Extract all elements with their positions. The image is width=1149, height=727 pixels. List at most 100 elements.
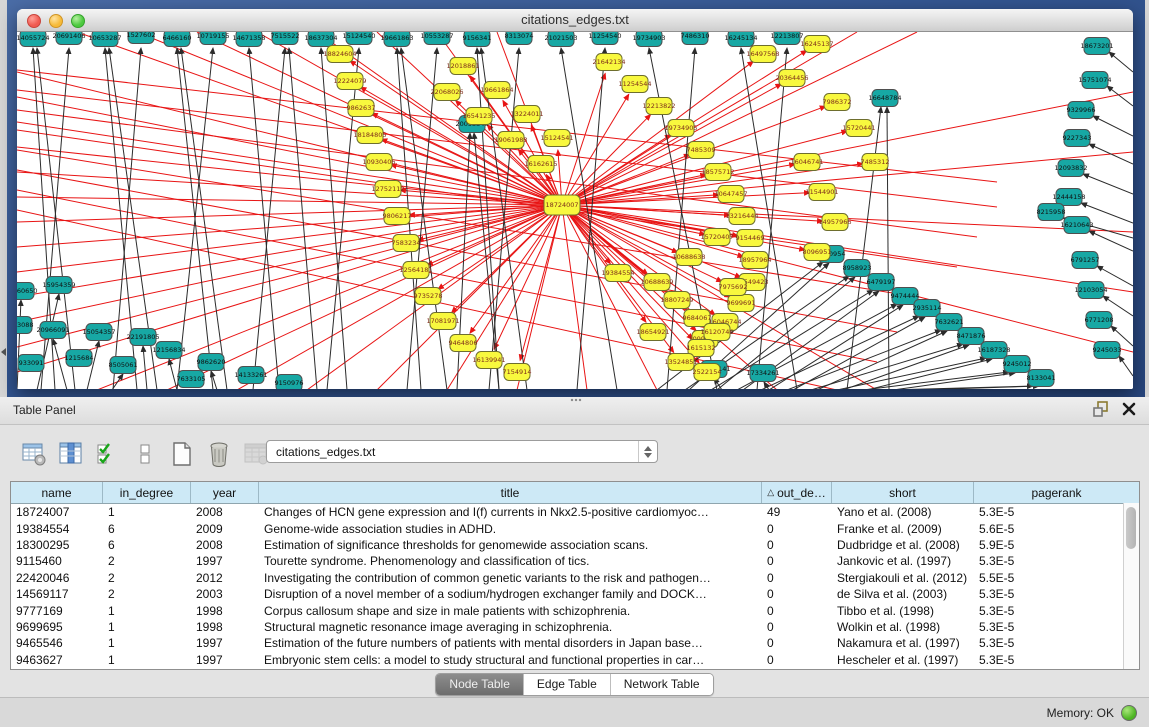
red-edge[interactable] — [17, 205, 562, 372]
table-row[interactable]: 911546021997Tourette syndrome. Phenomeno… — [11, 553, 1139, 569]
graph-node[interactable]: 20364456 — [775, 70, 808, 87]
graph-node[interactable]: 10647457 — [714, 186, 747, 203]
graph-node[interactable]: 10930406 — [362, 154, 395, 171]
network-window-titlebar[interactable]: citations_edges.txt — [17, 9, 1133, 32]
graph-node[interactable]: 9862637 — [347, 100, 376, 117]
graph-node[interactable]: 8096951 — [803, 244, 832, 261]
graph-node[interactable]: 2522154 — [693, 364, 722, 381]
graph-node[interactable]: 12444158 — [1052, 189, 1085, 206]
graph-node[interactable]: 12103054 — [1074, 282, 1107, 299]
graph-node[interactable]: 9329966 — [1067, 102, 1096, 119]
graph-node[interactable]: 22068026 — [430, 84, 463, 101]
graph-node[interactable]: 7583234 — [392, 235, 421, 252]
table-row[interactable]: 2242004622012Investigating the contribut… — [11, 570, 1139, 586]
table-row[interactable]: 946554611997Estimation of the future num… — [11, 635, 1139, 651]
float-panel-icon[interactable] — [1093, 401, 1109, 417]
table-panel-header[interactable]: Table Panel — [0, 397, 1149, 425]
graph-node[interactable]: 16187328 — [977, 342, 1010, 359]
red-edge[interactable] — [17, 205, 562, 322]
graph-node[interactable]: 9245012 — [1003, 356, 1032, 373]
graph-node[interactable]: 16162615 — [524, 156, 557, 173]
black-edge[interactable] — [1119, 356, 1133, 376]
delete-table-icon[interactable] — [205, 440, 233, 468]
table-selector-dropdown[interactable]: citations_edges.txt — [266, 440, 658, 463]
close-panel-icon[interactable] — [1121, 401, 1137, 417]
graph-node[interactable]: 17334261 — [746, 365, 779, 382]
graph-node[interactable]: 12213807 — [770, 32, 803, 45]
graph-node[interactable]: 1215684 — [65, 350, 94, 367]
graph-node[interactable]: 15124541 — [540, 130, 573, 147]
black-edge[interactable] — [887, 107, 889, 389]
graph-node[interactable]: 15751074 — [1078, 72, 1111, 89]
black-edge[interactable] — [17, 300, 21, 389]
graph-node[interactable]: 8958923 — [843, 260, 872, 277]
tab-network-table[interactable]: Network Table — [610, 674, 713, 695]
graph-node[interactable]: 15124540 — [342, 32, 375, 45]
black-edge[interactable] — [1089, 144, 1133, 164]
graph-node[interactable]: 9227343 — [1063, 130, 1092, 147]
graph-node[interactable]: 8313074 — [505, 32, 534, 45]
column-header-in_degree[interactable]: in_degree — [103, 482, 191, 503]
graph-node[interactable]: 18637304 — [304, 32, 337, 47]
graph-node[interactable]: 6479197 — [867, 274, 896, 291]
graph-node[interactable]: 9862620 — [197, 354, 226, 371]
graph-node[interactable]: 7515522 — [271, 32, 300, 45]
graph-node[interactable]: 8471876 — [957, 328, 986, 345]
graph-node[interactable]: 14671358 — [232, 32, 265, 47]
red-edge[interactable] — [17, 205, 562, 222]
graph-node[interactable]: 6466160 — [163, 32, 192, 47]
graph-node[interactable]: 7986372 — [823, 94, 852, 111]
black-edge[interactable] — [793, 317, 925, 389]
black-edge[interactable] — [181, 48, 227, 389]
graph-node[interactable]: 18824604 — [323, 46, 356, 63]
graph-node[interactable]: 7486310 — [681, 32, 710, 45]
graph-node[interactable]: 11544901 — [805, 184, 838, 201]
graph-node[interactable]: 7154914 — [503, 364, 532, 381]
graph-node[interactable]: 17081971 — [426, 313, 459, 330]
column-visibility-icon[interactable] — [57, 440, 85, 468]
graph-node[interactable]: 7485309 — [687, 142, 716, 159]
graph-node[interactable]: 11254540 — [588, 32, 621, 45]
graph-node[interactable]: 12564181 — [399, 262, 432, 279]
graph-node[interactable]: 14957966 — [818, 214, 851, 231]
black-edge[interactable] — [1089, 231, 1133, 251]
graph-node[interactable]: 16245137 — [800, 36, 833, 53]
graph-node[interactable]: 7632621 — [935, 314, 964, 331]
graph-node[interactable]: 7975692 — [719, 279, 748, 296]
table-row[interactable]: 1830029562008Estimation of significance … — [11, 537, 1139, 553]
graph-node[interactable]: 25260650 — [17, 283, 38, 300]
graph-node[interactable]: 1527602 — [127, 32, 156, 44]
column-header-out_de[interactable]: △out_de… — [762, 482, 832, 503]
column-header-pagerank[interactable]: pagerank — [974, 482, 1139, 503]
graph-node[interactable]: 15954359 — [42, 277, 75, 294]
graph-node[interactable]: 6771208 — [1085, 312, 1114, 329]
graph-node[interactable]: 10719155 — [196, 32, 229, 45]
graph-node[interactable]: 16648784 — [868, 90, 901, 107]
red-edge[interactable] — [562, 152, 1133, 205]
vertical-scrollbar[interactable] — [1123, 503, 1139, 669]
graph-node[interactable]: 9699691 — [727, 295, 756, 312]
graph-node[interactable]: 15720441 — [842, 120, 875, 137]
graph-node[interactable]: 9464806 — [449, 335, 478, 352]
black-edge[interactable] — [474, 133, 499, 389]
red-edge[interactable] — [520, 205, 562, 360]
table-row[interactable]: 1456911722003Disruption of a novel membe… — [11, 586, 1139, 602]
graph-node[interactable]: 20966091 — [36, 322, 69, 339]
black-edge[interactable] — [169, 359, 177, 389]
graph-node[interactable]: 7485312 — [861, 154, 890, 171]
black-edge[interactable] — [53, 339, 67, 389]
graph-node[interactable]: 10553287 — [420, 32, 453, 45]
red-edge[interactable] — [17, 205, 562, 272]
graph-node[interactable]: 12018861 — [446, 58, 479, 75]
graph-node[interactable]: 2935114 — [913, 300, 942, 317]
graph-node[interactable]: 18673201 — [1080, 38, 1113, 55]
graph-node[interactable]: 15720407 — [700, 229, 733, 246]
clear-selection-icon[interactable] — [131, 440, 159, 468]
table-row[interactable]: 969969511998Structural magnetic resonanc… — [11, 619, 1139, 635]
graph-node[interactable]: 19661863 — [380, 32, 413, 47]
graph-node[interactable]: 19384554 — [601, 265, 634, 282]
table-row[interactable]: 946362711997Embryonic stem cells: a mode… — [11, 652, 1139, 668]
graph-node[interactable]: 12224079 — [333, 73, 366, 90]
tab-node-table[interactable]: Node Table — [436, 674, 523, 695]
table-row[interactable]: 1872400712008Changes of HCN gene express… — [11, 504, 1139, 520]
